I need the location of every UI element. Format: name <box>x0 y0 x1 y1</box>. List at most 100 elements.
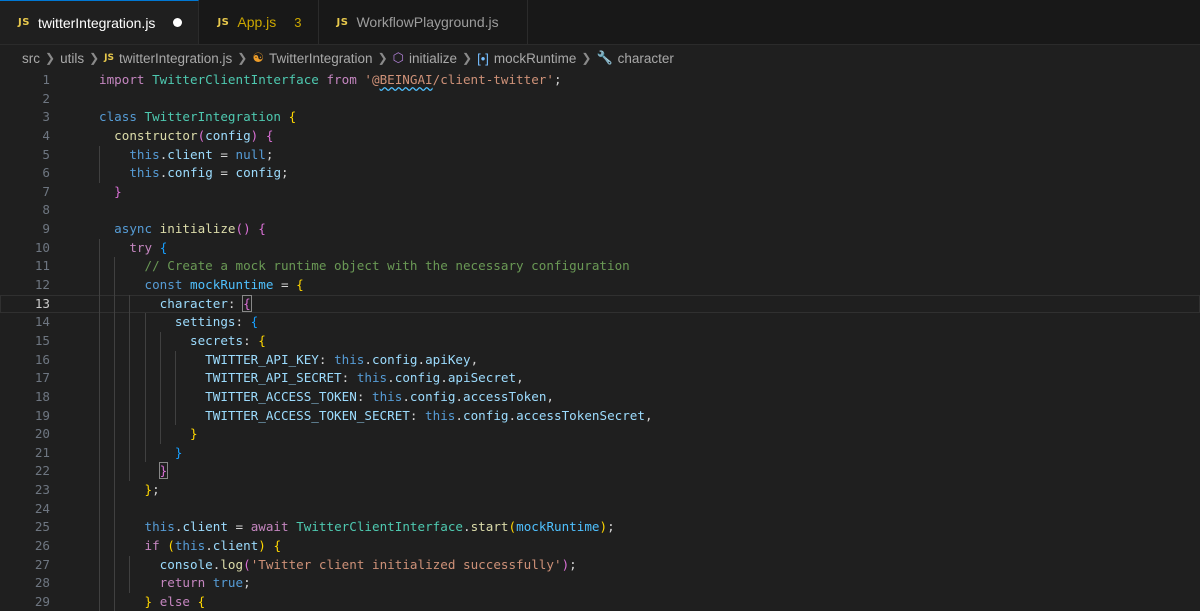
breadcrumb-utils[interactable]: utils <box>60 51 84 66</box>
code-token: ; <box>607 519 615 535</box>
indent-guide <box>99 164 100 183</box>
indent-guide <box>99 331 100 351</box>
code-token: . <box>364 351 372 367</box>
code-line[interactable]: 17 TWITTER_API_SECRET: this.config.apiSe… <box>0 369 1200 388</box>
code-line[interactable]: 2 <box>0 90 1200 109</box>
code-line[interactable]: 5 this.client = null; <box>0 145 1200 165</box>
code-line[interactable]: 24 <box>0 499 1200 519</box>
code-line[interactable]: 14 settings: { <box>0 313 1200 332</box>
code-token: } <box>190 426 198 442</box>
indent-guide <box>99 592 100 611</box>
code-line[interactable]: 9 async initialize() { <box>0 220 1200 239</box>
indent-guide <box>99 462 100 482</box>
code-editor[interactable]: 1 import TwitterClientInterface from '@BE… <box>0 71 1200 611</box>
code-token: from <box>326 72 365 87</box>
code-token: () <box>235 221 251 237</box>
code-line[interactable]: 21 } <box>0 443 1200 463</box>
code-line[interactable]: 6 this.config = config; <box>0 164 1200 183</box>
line-number: 20 <box>34 426 50 442</box>
indent-guide <box>114 350 116 370</box>
indent-guide <box>99 555 100 575</box>
line-number: 14 <box>34 314 50 330</box>
code-token: : <box>235 314 251 330</box>
code-line[interactable]: 4 constructor(config) { <box>0 127 1200 146</box>
code-token: TwitterClientInterface <box>152 72 327 87</box>
code-token: TwitterIntegration <box>144 109 289 125</box>
code-token: character <box>159 295 228 311</box>
indent-guide <box>99 238 100 258</box>
code-token: } <box>114 183 122 199</box>
code-line[interactable]: 19 TWITTER_ACCESS_TOKEN_SECRET: this.con… <box>0 406 1200 426</box>
code-line[interactable]: 10 try { <box>0 238 1200 258</box>
code-token: TwitterClientInterface <box>296 519 463 535</box>
indent-guide <box>159 331 161 351</box>
code-line[interactable]: 1 import TwitterClientInterface from '@BE… <box>0 71 1200 90</box>
indent-guide <box>175 406 176 426</box>
code-line[interactable]: 7 } <box>0 183 1200 202</box>
code-line[interactable]: 3 class TwitterIntegration { <box>0 108 1200 127</box>
indent-guide <box>99 481 100 500</box>
code-line[interactable]: 22 } <box>0 462 1200 482</box>
indent-guide <box>144 387 146 407</box>
unsaved-changes-dot-icon[interactable] <box>173 18 183 27</box>
indent-guide <box>99 406 100 426</box>
code-line[interactable]: 26 if (this.client) { <box>0 537 1200 556</box>
indent-guide <box>99 294 100 314</box>
breadcrumb-src[interactable]: src <box>22 51 40 66</box>
code-line[interactable]: 27 console.log('Twitter client initializ… <box>0 555 1200 575</box>
breadcrumb-variable[interactable]: mockRuntime <box>494 51 577 66</box>
code-text: } else { <box>74 592 206 611</box>
code-text: this.config = config; <box>74 164 289 183</box>
code-token: . <box>402 388 410 404</box>
tab-workflowplayground-js[interactable]: JS WorkflowPlayground.js <box>318 0 528 44</box>
code-token: const <box>144 277 190 293</box>
code-token: { <box>197 593 206 609</box>
chevron-right-icon: ❯ <box>581 51 592 65</box>
code-line[interactable]: 25 this. client = await TwitterClientInte… <box>0 518 1200 538</box>
code-line[interactable]: 15 secrets: { <box>0 331 1200 351</box>
code-token: : <box>356 388 372 404</box>
javascript-file-icon: JS <box>18 17 30 28</box>
code-line[interactable]: 23 }; <box>0 481 1200 500</box>
code-line[interactable]: 11 // Create a mock runtime object with … <box>0 257 1200 277</box>
breadcrumb-class[interactable]: TwitterIntegration <box>269 51 373 66</box>
code-line[interactable]: 8 <box>0 201 1200 220</box>
code-line[interactable]: 18 TWITTER_ACCESS_TOKEN: this.config.acc… <box>0 387 1200 407</box>
code-token: . <box>440 370 448 386</box>
indent-guide <box>129 369 131 388</box>
line-number: 3 <box>42 109 50 125</box>
breadcrumb-property[interactable]: character <box>618 51 674 66</box>
line-number: 23 <box>34 482 50 498</box>
code-token: TWITTER_ACCESS_TOKEN <box>205 388 357 404</box>
line-number: 1 <box>42 72 50 87</box>
line-number: 15 <box>34 332 50 348</box>
breadcrumb-file[interactable]: twitterIntegration.js <box>119 51 232 66</box>
chevron-right-icon: ❯ <box>237 51 248 65</box>
code-token: . <box>455 407 463 423</box>
indent-guide <box>129 443 131 463</box>
code-line[interactable]: 12 const mockRuntime = { <box>0 276 1200 295</box>
tab-label: App.js <box>237 14 277 30</box>
line-number: 9 <box>42 221 50 237</box>
indent-guide <box>114 537 116 556</box>
code-line[interactable]: 28 return true; <box>0 574 1200 593</box>
code-token: , <box>470 351 479 367</box>
tab-twitterintegration-js[interactable]: JS twitterIntegration.js <box>0 0 200 44</box>
code-line[interactable]: 29 } else { <box>0 592 1200 611</box>
code-line[interactable]: 16 TWITTER_API_KEY: this.config.apiKey, <box>0 350 1200 370</box>
breadcrumb-method[interactable]: initialize <box>409 51 457 66</box>
code-token: console <box>159 556 213 572</box>
tab-app-js[interactable]: JS App.js 3 <box>199 0 319 44</box>
indent-guide <box>99 313 100 332</box>
code-line[interactable]: 13 character: { <box>0 294 1200 314</box>
code-token: { <box>258 221 266 237</box>
code-text: async initialize() { <box>74 220 266 239</box>
code-line[interactable]: 20 } <box>0 425 1200 444</box>
indent-guide <box>129 425 131 444</box>
code-token: : <box>243 332 259 348</box>
indent-guide <box>129 313 131 332</box>
